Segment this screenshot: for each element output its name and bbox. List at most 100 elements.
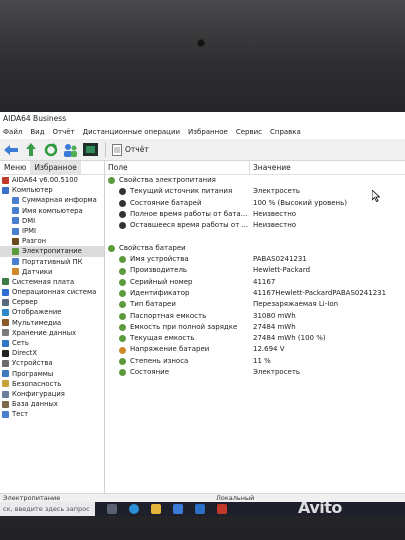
back-icon[interactable] [2, 142, 19, 157]
property-row[interactable]: Состояние Электросеть [105, 367, 405, 378]
tree-item[interactable]: Имя компьютера [0, 206, 104, 216]
field-cell: Текущий источник питания [105, 186, 250, 197]
tree-item[interactable]: Операционная система [0, 287, 104, 297]
storage-icon [2, 329, 9, 337]
tree-item[interactable]: IPMI [0, 226, 104, 236]
property-row[interactable]: Полное время работы от бата... Неизвестно [105, 209, 405, 220]
tree-item-label: DirectX [12, 349, 38, 358]
bezel-top [0, 0, 405, 112]
property-row[interactable]: Напряжение батареи 12.694 V [105, 344, 405, 355]
id-icon [119, 290, 126, 298]
tree-item[interactable]: DirectX [0, 348, 104, 358]
menu-report[interactable]: Отчёт [53, 126, 75, 139]
tree-item-label: Тест [12, 410, 29, 419]
menu-view[interactable]: Вид [30, 126, 44, 139]
property-row[interactable]: Степень износа 11 % [105, 356, 405, 367]
up-icon[interactable] [22, 142, 39, 157]
field-cell [105, 231, 250, 242]
property-row[interactable]: Паспортная емкость 31080 mWh [105, 311, 405, 322]
power-icon [12, 247, 19, 255]
status-section: Электропитание [3, 494, 61, 502]
menu-tools[interactable]: Сервис [236, 126, 262, 139]
tree-item[interactable]: Программы [0, 369, 104, 379]
field-label: Текущая емкость [130, 334, 195, 343]
group-header-row[interactable]: Свойства батареи [105, 243, 405, 254]
field-column-header[interactable]: Поле [105, 161, 250, 174]
tree-item[interactable]: Портативный ПК [0, 257, 104, 267]
tab-menu[interactable]: Меню [0, 161, 30, 174]
tree-item[interactable]: Сервер [0, 297, 104, 307]
explorer-icon[interactable] [151, 504, 161, 514]
edge-icon[interactable] [129, 504, 139, 514]
taskbar-search-input[interactable]: ск, введите здесь запрос [0, 502, 95, 516]
tree-item[interactable]: Тест [0, 409, 104, 419]
report-button[interactable]: Отчёт [112, 143, 149, 156]
tree-item[interactable]: Мультимедиа [0, 318, 104, 328]
group-header-row[interactable]: Свойства электропитания [105, 175, 405, 186]
tree-item[interactable]: Хранение данных [0, 328, 104, 338]
property-row[interactable]: Текущий источник питания Электросеть [105, 186, 405, 197]
tree-item[interactable]: Компьютер [0, 185, 104, 195]
plug-icon [119, 188, 126, 196]
value-cell [250, 243, 253, 254]
device-name-icon [119, 256, 126, 264]
properties-table: Свойства электропитания Текущий источник … [105, 175, 405, 493]
property-row[interactable]: Оставшееся время работы от ... Неизвестно [105, 220, 405, 231]
menu-help[interactable]: Справка [270, 126, 301, 139]
task-view-icon[interactable] [107, 504, 117, 514]
full-capacity-icon [119, 324, 126, 331]
property-row[interactable]: Имя устройства PABAS0241231 [105, 254, 405, 265]
tree-item-label: Суммарная информа [22, 196, 97, 205]
tree-item[interactable]: Датчики [0, 267, 104, 277]
tree-item[interactable]: AIDA64 v6.00.5100 [0, 175, 104, 185]
toolbar-separator [105, 142, 106, 157]
mail-icon[interactable] [195, 504, 205, 514]
tree-item[interactable]: DMI [0, 216, 104, 226]
tree-item[interactable]: Отображение [0, 307, 104, 317]
field-cell: Напряжение батареи [105, 344, 250, 355]
store-icon[interactable] [173, 504, 183, 514]
tree-item[interactable]: Системная плата [0, 277, 104, 287]
property-row[interactable]: Идентификатор 41167Hewlett-PackardPABAS02… [105, 288, 405, 299]
laptop-icon [12, 258, 19, 266]
menu-favorites[interactable]: Избранное [188, 126, 228, 139]
tree-item-label: Сервер [12, 298, 38, 307]
tab-favorites[interactable]: Избранное [30, 161, 81, 174]
value-cell: 31080 mWh [253, 311, 296, 320]
property-row[interactable]: Емкость при полной зарядке 27484 mWh [105, 322, 405, 333]
value-cell: Hewlett-Packard [253, 266, 311, 275]
tree-item[interactable]: Безопасность [0, 379, 104, 389]
display-icon [2, 309, 9, 317]
tree-item-label: IPMI [22, 226, 36, 235]
property-row[interactable]: Серийный номер 41167 [105, 277, 405, 288]
battery-icon [119, 199, 126, 207]
value-cell: Перезаряжаемая Li-Ion [253, 300, 339, 309]
tree-item[interactable]: База данных [0, 399, 104, 409]
field-cell: Серийный номер [105, 277, 250, 288]
tree-item[interactable]: Конфигурация [0, 389, 104, 399]
property-row[interactable]: Производитель Hewlett-Packard [105, 265, 405, 276]
field-label: Напряжение батареи [130, 345, 210, 354]
tree-item-label: Сеть [12, 339, 29, 347]
menu-remote[interactable]: Дистанционные операции [83, 126, 180, 139]
tree-item-label: Разгон [22, 237, 47, 246]
property-row[interactable]: Текущая емкость 27484 mWh (100 %) [105, 333, 405, 344]
menu-file[interactable]: Файл [3, 126, 22, 139]
tree-item-label: Системная плата [12, 277, 75, 286]
property-row[interactable]: Тип батареи Перезаряжаемая Li-Ion [105, 299, 405, 310]
tree-item[interactable]: Устройства [0, 358, 104, 368]
value-cell: Электросеть [253, 187, 301, 196]
users-icon[interactable] [62, 142, 79, 157]
aida64-taskbar-icon[interactable] [217, 504, 227, 514]
tree-item[interactable]: Суммарная информа [0, 195, 104, 205]
avito-watermark: Avito [298, 498, 342, 517]
tree-item[interactable]: Сеть [0, 338, 104, 348]
property-row[interactable]: Состояние батарей 100 % (Высокий уровень) [105, 198, 405, 209]
refresh-icon[interactable] [42, 142, 59, 157]
chip-icon[interactable] [82, 142, 99, 157]
tree-item[interactable]: Электропитание [0, 246, 104, 257]
tree-item-label: Компьютер [12, 186, 53, 195]
value-column-header[interactable]: Значение [250, 161, 291, 174]
tree-item[interactable]: Разгон [0, 236, 104, 246]
value-cell: 41167 [253, 277, 276, 286]
